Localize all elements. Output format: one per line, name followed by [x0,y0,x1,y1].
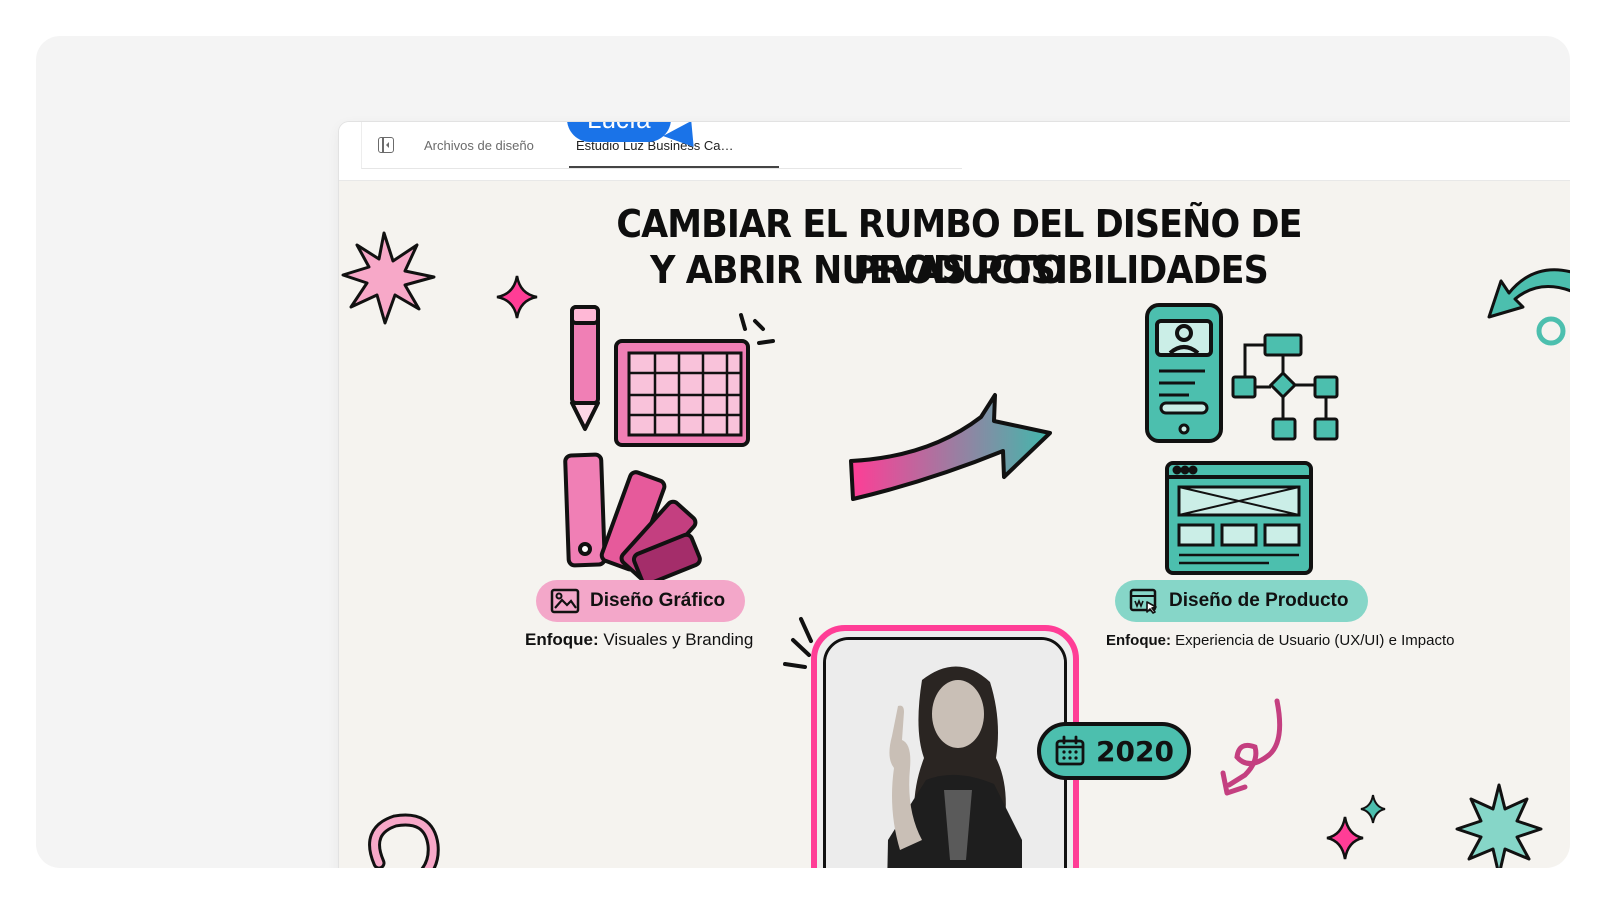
focus-text: Experiencia de Usuario (UX/UI) e Impacto [1175,632,1455,649]
image-frame-icon [550,588,580,614]
graphic-design-focus: Enfoque: Visuales y Branding [525,630,753,650]
app-frame: Archivos de diseño Estudio Luz Business … [36,36,1570,868]
product-design-focus: Enfoque: Experiencia de Usuario (UX/UI) … [1106,632,1454,649]
transition-arrow-graphic [849,393,1052,501]
teal-circle-decoration [1536,316,1566,346]
product-design-label: Diseño de Producto [1169,590,1349,611]
calendar-icon [1055,735,1085,766]
tab-design-files[interactable]: Archivos de diseño [424,138,534,153]
loop-arrow-decoration [1226,698,1283,788]
focus-text: Visuales y Branding [603,630,754,649]
year-badge: 2020 [1037,722,1191,780]
graphic-design-label: Diseño Gráfico [590,590,726,611]
sparkle-teal-decoration [1360,794,1386,824]
year-text: 2020 [1096,734,1174,768]
browser-wireframe-illustration [1165,461,1313,575]
pencil-illustration [570,305,600,431]
focus-prefix: Enfoque: [525,630,599,649]
sparkle-pink-decoration [496,275,538,319]
color-swatch-fan-illustration [563,452,702,587]
starburst-pink-decoration [341,231,436,325]
starburst-teal-decoration [1455,783,1543,868]
sidebar-toggle-icon[interactable] [378,137,394,153]
curved-arrow-teal-decoration [1487,268,1570,319]
collaborator-cursor-label: Lucía [567,122,671,142]
tablet-grid-illustration [614,313,775,447]
active-tab-indicator [569,166,779,168]
phone-profile-illustration [1145,303,1223,443]
slide-title-line-2: Y ABRIR NUEVAS POSIBILIDADES [650,248,1269,292]
editor-window: Archivos de diseño Estudio Luz Business … [339,122,1570,868]
sparkle-pink-small-decoration [1326,816,1364,860]
product-design-pill: Diseño de Producto [1115,580,1369,622]
focus-prefix: Enfoque: [1106,632,1171,649]
flowchart-illustration [1231,333,1339,441]
web-cursor-icon [1129,588,1157,614]
emphasis-lines-decoration [783,617,813,669]
person-thinking-image [826,640,1064,868]
portrait-photo [823,637,1067,868]
tab-bar: Archivos de diseño Estudio Luz Business … [339,122,1570,181]
slide-canvas[interactable]: CAMBIAR EL RUMBO DEL DISEÑO DE PRODUCTO … [339,181,1570,868]
graphic-design-pill: Diseño Gráfico [536,580,746,622]
